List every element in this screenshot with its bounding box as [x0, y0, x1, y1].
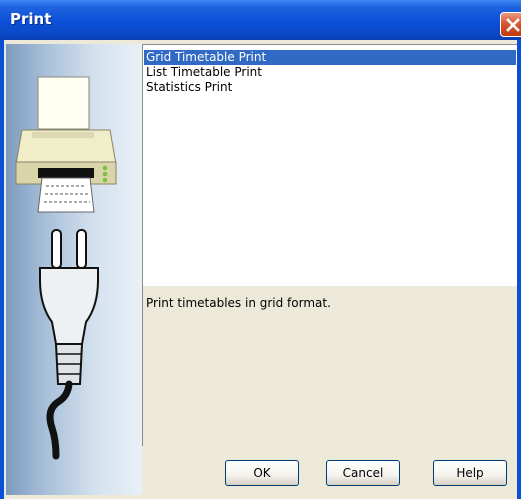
description-text: Print timetables in grid format.: [146, 296, 331, 310]
side-illustration: [6, 44, 142, 495]
cancel-button[interactable]: Cancel: [326, 460, 400, 486]
window-title: Print: [10, 10, 52, 28]
printer-icon: [15, 76, 117, 213]
description-panel: Print timetables in grid format.: [142, 286, 517, 446]
title-bar[interactable]: Print: [0, 0, 521, 40]
list-item-statistics-print[interactable]: Statistics Print: [144, 80, 516, 95]
window-frame-right: [517, 40, 521, 499]
window-frame-left: [0, 40, 4, 499]
list-item-grid-timetable-print[interactable]: Grid Timetable Print: [144, 50, 516, 65]
list-item-list-timetable-print[interactable]: List Timetable Print: [144, 65, 516, 80]
close-button[interactable]: [500, 12, 521, 37]
help-button[interactable]: Help: [433, 460, 507, 486]
close-icon: [506, 18, 520, 32]
power-plug-icon: [39, 229, 99, 460]
print-dialog: Print Grid Timetable Print List Timetabl…: [0, 0, 521, 499]
print-type-list[interactable]: Grid Timetable Print List Timetable Prin…: [142, 44, 517, 286]
ok-button[interactable]: OK: [225, 460, 299, 486]
